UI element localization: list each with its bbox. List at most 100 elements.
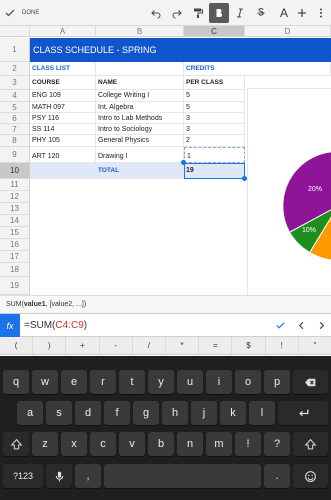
- symbol-key[interactable]: (: [0, 337, 34, 354]
- symbol-key[interactable]: $: [232, 337, 266, 354]
- insert-button[interactable]: [292, 3, 312, 23]
- bold-button[interactable]: [209, 3, 229, 23]
- shift-key-left[interactable]: [3, 432, 29, 456]
- course-cell[interactable]: MATH 097: [30, 102, 96, 113]
- key-t[interactable]: t: [119, 370, 145, 394]
- row-header[interactable]: 12: [0, 191, 30, 203]
- row-header[interactable]: 15: [0, 227, 30, 239]
- key-e[interactable]: e: [61, 370, 87, 394]
- row-header[interactable]: 8: [0, 135, 30, 147]
- grid-cell[interactable]: [30, 163, 96, 179]
- confirm-formula-button[interactable]: [271, 316, 289, 335]
- key-m[interactable]: m: [206, 432, 232, 456]
- column-header-d[interactable]: D: [245, 26, 331, 37]
- symbol-key[interactable]: +: [66, 337, 100, 354]
- course-cell[interactable]: SS 114: [30, 124, 96, 135]
- key-p[interactable]: p: [264, 370, 290, 394]
- key-c[interactable]: c: [90, 432, 116, 456]
- redo-button[interactable]: [167, 3, 187, 23]
- key-i[interactable]: i: [206, 370, 232, 394]
- strikethrough-button[interactable]: [251, 3, 271, 23]
- key-period[interactable]: .: [264, 464, 290, 488]
- done-button[interactable]: DONE: [4, 4, 39, 22]
- next-cell-button[interactable]: [312, 316, 330, 335]
- total-label-cell[interactable]: TOTAL: [96, 163, 184, 179]
- course-cell[interactable]: PSY 116: [30, 113, 96, 124]
- row-header[interactable]: 17: [0, 251, 30, 263]
- selection-handle-top-left[interactable]: [181, 160, 186, 165]
- grid-cell[interactable]: [96, 62, 184, 76]
- credits-label-cell[interactable]: CREDITS: [184, 62, 331, 76]
- backspace-key[interactable]: [293, 370, 328, 394]
- text-format-button[interactable]: A: [274, 3, 294, 23]
- name-cell[interactable]: Int. Algebra: [96, 102, 184, 113]
- key-o[interactable]: o: [235, 370, 261, 394]
- credits-cell[interactable]: 1: [184, 147, 245, 163]
- credits-cell[interactable]: 2: [184, 135, 245, 147]
- space-key[interactable]: [104, 464, 261, 488]
- key-s[interactable]: s: [46, 401, 72, 425]
- course-cell[interactable]: PHY 105: [30, 135, 96, 147]
- shift-key-right[interactable]: [293, 432, 328, 456]
- row-header[interactable]: 13: [0, 203, 30, 215]
- key-z[interactable]: z: [32, 432, 58, 456]
- key-exclamation[interactable]: !: [235, 432, 261, 456]
- row-header[interactable]: 7: [0, 124, 30, 135]
- key-x[interactable]: x: [61, 432, 87, 456]
- row-header[interactable]: 10: [0, 163, 30, 179]
- credits-cell[interactable]: 5: [184, 102, 245, 113]
- name-cell[interactable]: Intro to Sociology: [96, 124, 184, 135]
- undo-button[interactable]: [146, 3, 166, 23]
- symbols-mode-key[interactable]: ?123: [3, 464, 43, 488]
- more-options-button[interactable]: [311, 3, 331, 23]
- key-k[interactable]: k: [220, 401, 246, 425]
- column-header-a[interactable]: A: [30, 26, 96, 37]
- key-g[interactable]: g: [133, 401, 159, 425]
- key-u[interactable]: u: [177, 370, 203, 394]
- key-q[interactable]: q: [3, 370, 29, 394]
- symbol-key[interactable]: ": [299, 337, 331, 354]
- row-header[interactable]: 4: [0, 90, 30, 102]
- row-header[interactable]: 5: [0, 102, 30, 113]
- row-header[interactable]: 19: [0, 277, 30, 295]
- name-cell[interactable]: Intro to Lab Methods: [96, 113, 184, 124]
- key-f[interactable]: f: [104, 401, 130, 425]
- symbol-key[interactable]: =: [199, 337, 233, 354]
- key-l[interactable]: l: [249, 401, 275, 425]
- row-header[interactable]: 18: [0, 263, 30, 277]
- key-v[interactable]: v: [119, 432, 145, 456]
- voice-input-key[interactable]: [46, 464, 72, 488]
- formula-input[interactable]: =SUM(C4:C9): [24, 314, 87, 337]
- key-r[interactable]: r: [90, 370, 116, 394]
- symbol-key[interactable]: /: [133, 337, 167, 354]
- column-header-b[interactable]: B: [96, 26, 184, 37]
- class-list-label-cell[interactable]: CLASS LIST: [30, 62, 96, 76]
- enter-key[interactable]: [278, 401, 328, 425]
- symbol-key[interactable]: ): [33, 337, 67, 354]
- paint-format-button[interactable]: [188, 3, 208, 23]
- key-question[interactable]: ?: [264, 432, 290, 456]
- key-b[interactable]: b: [148, 432, 174, 456]
- credits-cell[interactable]: 3: [184, 113, 245, 124]
- key-w[interactable]: w: [32, 370, 58, 394]
- key-d[interactable]: d: [75, 401, 101, 425]
- row-header[interactable]: 2: [0, 62, 30, 76]
- credits-cell[interactable]: 5: [184, 90, 245, 102]
- name-header-cell[interactable]: NAME: [96, 76, 184, 90]
- key-a[interactable]: a: [17, 401, 43, 425]
- key-n[interactable]: n: [177, 432, 203, 456]
- symbol-key[interactable]: *: [166, 337, 200, 354]
- emoji-key[interactable]: [293, 464, 328, 488]
- key-h[interactable]: h: [162, 401, 188, 425]
- italic-button[interactable]: [230, 3, 250, 23]
- pie-chart[interactable]: 20% 10%: [247, 88, 331, 295]
- row-header[interactable]: 11: [0, 179, 30, 191]
- symbol-key[interactable]: !: [266, 337, 299, 354]
- select-all-corner[interactable]: [0, 26, 30, 37]
- row-header[interactable]: 9: [0, 147, 30, 163]
- row-header[interactable]: 14: [0, 215, 30, 227]
- symbol-key[interactable]: -: [100, 337, 133, 354]
- name-cell[interactable]: General Physics: [96, 135, 184, 147]
- row-header[interactable]: 6: [0, 113, 30, 124]
- name-cell[interactable]: Drawing I: [96, 147, 184, 163]
